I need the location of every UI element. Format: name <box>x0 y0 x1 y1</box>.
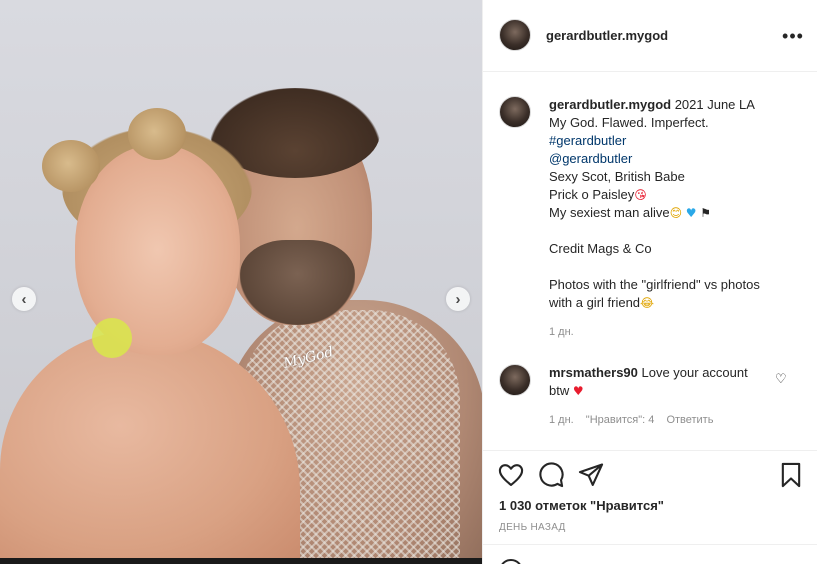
likes-count[interactable]: 1 030 отметок "Нравится" <box>499 498 664 513</box>
comment-meta: 1 дн. "Нравится": 4 Ответить <box>549 414 722 426</box>
post-side-panel: gerardbutler.mygod ••• gerardbutler.mygo… <box>482 0 817 564</box>
caption-line: with a girl friend😂 <box>549 294 811 312</box>
chevron-left-icon: ‹ <box>21 290 27 308</box>
caption-line: Prick o Paisley😘 <box>549 186 811 204</box>
caption-line: Photos with the "girlfriend" vs photos <box>549 277 760 292</box>
commenter-avatar[interactable] <box>499 364 531 396</box>
blue-heart-emoji-icon: ♥ <box>685 206 697 220</box>
photo-subject-hair-bun-left <box>42 140 100 192</box>
heart-outline-icon: ♡ <box>775 371 787 386</box>
caption-line-text: with a girl friend <box>549 295 641 310</box>
emoji-picker-icon[interactable] <box>499 559 523 564</box>
caption-line: My God. Flawed. Imperfect. <box>549 115 709 130</box>
post-date[interactable]: ДЕНЬ НАЗАД <box>499 522 566 533</box>
caption-username-link[interactable]: gerardbutler.mygod <box>549 97 671 112</box>
comment-likes-count[interactable]: "Нравится": 4 <box>586 414 655 426</box>
speech-bubble-icon[interactable] <box>537 461 565 489</box>
more-options-button[interactable]: ••• <box>781 24 805 48</box>
photo-subject-top <box>92 318 132 358</box>
paper-plane-icon[interactable] <box>577 461 605 489</box>
caption-line: Credit Mags & Co <box>549 241 652 256</box>
comment-text: mrsmathers90 Love your account btw ♥ <box>549 364 771 400</box>
caption-text: gerardbutler.mygod 2021 June LA My God. … <box>549 96 811 312</box>
mention-link[interactable]: @gerardbutler <box>549 150 811 168</box>
caption-author-avatar[interactable] <box>499 96 531 128</box>
caption-date-text: 2021 June LA <box>671 97 755 112</box>
red-heart-emoji-icon: ♥ <box>572 384 584 398</box>
chevron-right-icon: › <box>455 290 461 308</box>
photo-bottom-edge <box>0 558 482 564</box>
comment-like-button[interactable]: ♡ <box>775 371 787 387</box>
post-photo[interactable]: MyGod ‹ › <box>0 0 482 560</box>
photo-subject-hair-bun-right <box>128 108 186 160</box>
comment-timestamp[interactable]: 1 дн. <box>549 414 574 426</box>
caption-first-line: gerardbutler.mygod 2021 June LA <box>549 96 811 114</box>
laugh-emoji-icon: 😂 <box>640 296 655 310</box>
bookmark-icon[interactable] <box>777 461 805 489</box>
heart-icon[interactable] <box>497 461 525 489</box>
commenter-username-link[interactable]: mrsmathers90 <box>549 365 638 380</box>
add-comment-row <box>483 544 817 564</box>
comment-body: Love your account <box>637 365 748 380</box>
post-header: gerardbutler.mygod ••• <box>483 0 817 72</box>
comment-body-line2: btw <box>549 383 573 398</box>
wink-kiss-emoji-icon: 😘 <box>634 188 647 202</box>
caption-line: My sexiest man alive😊 ♥ ⚑ <box>549 204 811 222</box>
flag-emoji-icon: ⚑ <box>700 206 711 220</box>
author-username-link[interactable]: gerardbutler.mygod <box>546 28 668 43</box>
reply-button[interactable]: Ответить <box>666 414 713 426</box>
caption-line: Sexy Scot, British Babe <box>549 169 685 184</box>
carousel-next-button[interactable]: › <box>446 287 470 311</box>
caption-line-text: My sexiest man alive <box>549 205 670 220</box>
smile-emoji-icon: 😊 <box>669 206 683 220</box>
caption-line-text: Prick o Paisley <box>549 187 635 202</box>
hashtag-link[interactable]: #gerardbutler <box>549 132 811 150</box>
carousel-prev-button[interactable]: ‹ <box>12 287 36 311</box>
more-horizontal-icon: ••• <box>782 25 804 46</box>
post-actions: 1 030 отметок "Нравится" ДЕНЬ НАЗАД <box>483 450 817 544</box>
caption-timestamp[interactable]: 1 дн. <box>549 326 574 338</box>
photo-subject-man-beard <box>240 240 355 325</box>
author-avatar[interactable] <box>499 19 531 51</box>
